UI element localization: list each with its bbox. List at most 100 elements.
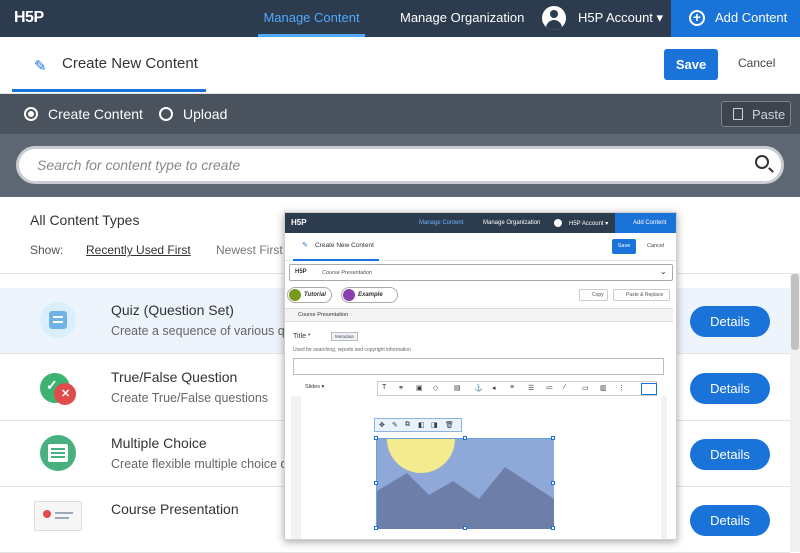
chevron-down-icon: ⌄ bbox=[660, 267, 667, 276]
preview-account: H5P Account ▾ bbox=[569, 221, 609, 227]
search-input[interactable]: Search for content type to create bbox=[37, 157, 240, 173]
preview-navbar: H5P Manage Content Manage Organization H… bbox=[285, 213, 676, 233]
account-avatar-icon[interactable] bbox=[542, 6, 566, 30]
search-icon[interactable] bbox=[755, 155, 769, 169]
page-title-bar: ✎ Create New Content Save Cancel bbox=[0, 37, 800, 94]
quiz-icon bbox=[40, 302, 76, 338]
preview-example-button: Example bbox=[341, 287, 398, 303]
copy-icon: ⧉ bbox=[405, 421, 410, 428]
nav-manage-organization[interactable]: Manage Organization bbox=[400, 0, 524, 37]
upload-label[interactable]: Upload bbox=[183, 106, 227, 122]
cancel-button[interactable]: Cancel bbox=[738, 56, 775, 70]
preview-nav-manage-organization: Manage Organization bbox=[483, 220, 541, 226]
preview-title-input bbox=[293, 358, 664, 375]
back-icon: ◨ bbox=[431, 422, 438, 429]
details-button[interactable]: Details bbox=[690, 373, 770, 404]
add-content-button[interactable]: + Add Content bbox=[671, 0, 800, 37]
upload-radio[interactable] bbox=[159, 107, 173, 121]
create-content-label[interactable]: Create Content bbox=[48, 106, 143, 122]
preview-cancel-button: Cancel bbox=[647, 243, 665, 249]
preview-tutorial-button: Tutorial bbox=[287, 287, 332, 303]
content-type-name: Multiple Choice bbox=[111, 435, 207, 451]
preview-copy-button: Copy bbox=[579, 289, 608, 301]
editor-preview-screenshot: H5P Manage Content Manage Organization H… bbox=[284, 212, 677, 540]
preview-title: Create New Content bbox=[315, 242, 374, 249]
multiple-choice-icon bbox=[40, 435, 76, 471]
image-tool-icon: ▣ bbox=[416, 385, 423, 392]
preview-title-underline bbox=[293, 259, 379, 261]
edit-icon: ✎ bbox=[392, 422, 398, 429]
preview-pencil-icon: ✎ bbox=[302, 242, 308, 249]
sort-newest-first[interactable]: Newest First bbox=[216, 243, 283, 257]
preview-title-hint: Used for searching, reports and copyrigh… bbox=[293, 347, 411, 353]
details-button[interactable]: Details bbox=[690, 505, 770, 536]
anchor-tool-icon: ⚓ bbox=[474, 385, 483, 392]
dialog-tool-icon: ▭ bbox=[582, 385, 589, 392]
content-type-search[interactable]: Search for content type to create bbox=[16, 146, 784, 184]
connect-tool-icon: ⁄ bbox=[564, 384, 566, 391]
details-button[interactable]: Details bbox=[690, 306, 770, 337]
save-button[interactable]: Save bbox=[664, 49, 718, 80]
preview-selected-tool-icon bbox=[641, 383, 657, 395]
preview-paste-replace-button: Paste & Replace bbox=[613, 289, 670, 301]
list-tool-icon: ☰ bbox=[528, 385, 535, 392]
preview-add-content: Add Content bbox=[615, 213, 676, 233]
preview-image-toolbar: ✥ ✎ ⧉ ◧ ◨ 🗑 bbox=[374, 418, 462, 432]
h5p-logo[interactable]: H5P bbox=[14, 9, 44, 27]
presentation-icon bbox=[34, 501, 82, 531]
bullets-tool-icon: ≔ bbox=[546, 385, 553, 392]
delete-icon: 🗑 bbox=[445, 422, 454, 429]
pencil-icon: ✎ bbox=[34, 58, 47, 75]
shapes-tool-icon: ◇ bbox=[433, 385, 439, 392]
text-tool-icon: T bbox=[382, 384, 387, 391]
plus-circle-icon: + bbox=[689, 10, 705, 26]
preview-slides-dropdown: Slides ▾ bbox=[305, 384, 325, 390]
table-tool-icon: ≡ bbox=[510, 384, 515, 391]
content-type-name: True/False Question bbox=[111, 369, 238, 385]
details-button[interactable]: Details bbox=[690, 439, 770, 470]
content-type-name: Course Presentation bbox=[111, 501, 239, 517]
top-navbar: H5P Manage Content Manage Organization H… bbox=[0, 0, 800, 37]
video-tool-icon: ▤ bbox=[454, 385, 461, 392]
landscape-image-icon bbox=[377, 405, 554, 529]
preview-logo: H5P bbox=[291, 218, 307, 227]
preview-save-button: Save bbox=[612, 239, 636, 254]
content-hub-panel: Create Content Upload Paste Search for c… bbox=[0, 94, 800, 197]
create-content-radio[interactable] bbox=[24, 107, 38, 121]
content-type-name: Quiz (Question Set) bbox=[111, 302, 234, 318]
preview-avatar-icon bbox=[554, 219, 562, 227]
more-tool-icon: ⋮ bbox=[618, 385, 625, 392]
audio-tool-icon: ◂ bbox=[492, 385, 496, 392]
link-tool-icon: ⚭ bbox=[398, 385, 404, 392]
sort-recently-used[interactable]: Recently Used First bbox=[86, 243, 191, 257]
paste-button[interactable]: Paste bbox=[721, 101, 791, 127]
preview-content-type-select: H5P Course Presentation ⌄ bbox=[289, 264, 673, 281]
preview-ct-logo: H5P bbox=[295, 269, 307, 275]
preview-section-header: Course Presentation bbox=[285, 308, 673, 322]
page-title: Create New Content bbox=[62, 55, 198, 72]
preview-nav-manage-content: Manage Content bbox=[419, 220, 464, 226]
summary-tool-icon: ▥ bbox=[600, 385, 607, 392]
title-underline bbox=[12, 89, 206, 92]
account-menu[interactable]: H5P Account ▾ bbox=[578, 0, 663, 36]
example-icon bbox=[343, 289, 355, 301]
scrollbar-thumb[interactable] bbox=[791, 274, 799, 350]
true-false-icon: ✓ ✕ bbox=[40, 369, 76, 405]
preview-title-label: Title * bbox=[293, 333, 311, 340]
preview-editor-toolbar: T ⚭ ▣ ◇ ▤ ⚓ ◂ ≡ ☰ ≔ ⁄ ▭ ▥ ⋮ bbox=[377, 381, 657, 396]
clipboard-icon bbox=[733, 108, 743, 120]
preview-metadata-button: Metadata bbox=[331, 332, 358, 341]
add-content-label: Add Content bbox=[715, 10, 788, 25]
preview-content-type: Course Presentation bbox=[322, 270, 373, 276]
paste-label: Paste bbox=[752, 107, 786, 122]
show-label: Show: bbox=[30, 243, 64, 257]
move-icon: ✥ bbox=[379, 422, 385, 429]
list-scrollbar[interactable] bbox=[790, 274, 800, 552]
preview-image-placeholder bbox=[376, 405, 554, 529]
front-icon: ◧ bbox=[418, 422, 425, 429]
content-type-desc: Create True/False questions bbox=[111, 391, 269, 405]
all-content-types-heading: All Content Types bbox=[30, 212, 140, 228]
nav-manage-content[interactable]: Manage Content bbox=[258, 0, 365, 37]
preview-title-bar: ✎ Create New Content Save Cancel bbox=[285, 233, 676, 261]
tutorial-icon bbox=[289, 289, 301, 301]
